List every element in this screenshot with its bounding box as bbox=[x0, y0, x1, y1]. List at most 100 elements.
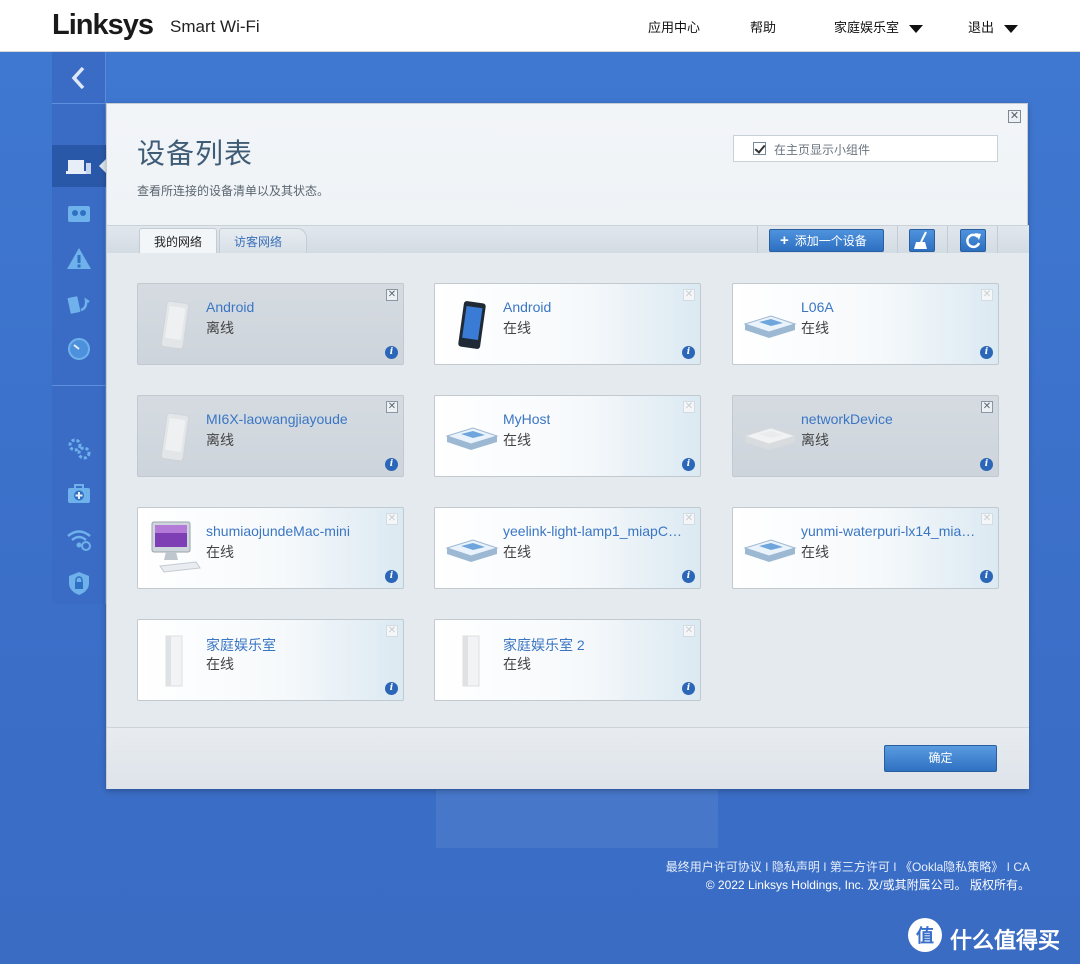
tab-my-network[interactable]: 我的网络 bbox=[139, 228, 218, 254]
speed-icon[interactable] bbox=[66, 336, 92, 362]
device-name[interactable]: yunmi-waterpuri-lx14_mia… bbox=[801, 523, 975, 539]
ok-button[interactable]: 确定 bbox=[884, 745, 997, 772]
tab-guest-network[interactable]: 访客网络 bbox=[219, 228, 308, 254]
device-name[interactable]: 家庭娱乐室 2 bbox=[503, 635, 585, 655]
device-status: 在线 bbox=[801, 320, 829, 336]
info-icon[interactable]: i bbox=[682, 570, 695, 583]
info-icon[interactable]: i bbox=[385, 458, 398, 471]
parental-icon[interactable] bbox=[66, 200, 92, 226]
device-status: 在线 bbox=[503, 656, 531, 672]
checkbox-checked-icon[interactable] bbox=[753, 142, 766, 155]
device-status: 离线 bbox=[801, 432, 829, 448]
footer-link-eula[interactable]: 最终用户许可协议 bbox=[666, 860, 762, 874]
device-name[interactable]: Android bbox=[206, 299, 254, 315]
remove-device-icon: ✕ bbox=[683, 513, 695, 525]
info-icon[interactable]: i bbox=[682, 458, 695, 471]
device-name[interactable]: L06A bbox=[801, 299, 834, 315]
info-icon[interactable]: i bbox=[980, 570, 993, 583]
device-name[interactable]: shumiaojundeMac-mini bbox=[206, 523, 350, 539]
footer-separator: I bbox=[765, 860, 769, 874]
media-icon[interactable] bbox=[66, 292, 92, 318]
settings-icon[interactable] bbox=[66, 436, 92, 462]
chevron-down-icon bbox=[1004, 24, 1019, 33]
show-widget-checkbox[interactable]: 在主页显示小组件 bbox=[733, 135, 998, 162]
info-icon[interactable]: i bbox=[385, 682, 398, 695]
broom-icon bbox=[914, 231, 927, 249]
device-status: 在线 bbox=[206, 544, 234, 560]
device-card[interactable]: 家庭娱乐室 在线 ✕ i bbox=[137, 619, 404, 701]
footer-link-third-party[interactable]: 第三方许可 bbox=[830, 860, 890, 874]
watermark: 值 什么值得买 bbox=[908, 916, 1068, 956]
device-card[interactable]: MyHost 在线 ✕ i bbox=[434, 395, 701, 477]
nav-router-menu[interactable]: 家庭娱乐室 bbox=[834, 17, 924, 36]
wifi-settings-icon[interactable] bbox=[66, 526, 92, 552]
copyright: © 2022 Linksys Holdings, Inc. 及/或其附属公司。 … bbox=[705, 878, 1030, 892]
remove-device-icon[interactable]: ✕ bbox=[386, 289, 398, 301]
device-list-dialog: ✕ 设备列表 查看所连接的设备清单以及其状态。 在主页显示小组件 访客网络 我的… bbox=[106, 103, 1029, 789]
footer-link-ookla[interactable]: 《Ookla隐私策略》 bbox=[900, 860, 1003, 874]
device-card[interactable]: L06A 在线 ✕ i bbox=[732, 283, 999, 365]
toolbar-divider bbox=[757, 226, 758, 254]
add-device-button[interactable]: + 添加一个设备 bbox=[769, 229, 884, 252]
device-card[interactable]: networkDevice 离线 ✕ i bbox=[732, 395, 999, 477]
device-card[interactable]: shumiaojundeMac-mini 在线 ✕ i bbox=[137, 507, 404, 589]
nav-logout-menu[interactable]: 退出 bbox=[968, 17, 1019, 36]
node-device-icon bbox=[146, 630, 202, 692]
diagnostics-icon[interactable] bbox=[66, 481, 92, 507]
refresh-icon bbox=[966, 233, 981, 249]
clean-button[interactable] bbox=[909, 229, 935, 252]
back-arrow-icon[interactable] bbox=[66, 60, 92, 96]
remove-device-icon: ✕ bbox=[683, 625, 695, 637]
chevron-down-icon bbox=[909, 24, 924, 33]
remove-device-icon[interactable]: ✕ bbox=[386, 401, 398, 413]
top-bar: Linksys Smart Wi-Fi 应用中心 帮助 家庭娱乐室 退出 bbox=[0, 0, 1080, 52]
sidebar-divider bbox=[52, 103, 106, 104]
info-icon[interactable]: i bbox=[385, 346, 398, 359]
devices-icon[interactable] bbox=[66, 154, 92, 180]
alert-icon[interactable] bbox=[66, 246, 92, 272]
footer-link-ca[interactable]: CA bbox=[1013, 860, 1030, 874]
show-widget-label: 在主页显示小组件 bbox=[774, 143, 871, 157]
footer-link-privacy[interactable]: 隐私声明 bbox=[772, 860, 820, 874]
remove-device-icon: ✕ bbox=[386, 513, 398, 525]
nav-app-center[interactable]: 应用中心 bbox=[648, 17, 700, 36]
device-status: 在线 bbox=[801, 544, 829, 560]
device-card[interactable]: MI6X-laowangjiayoude 离线 ✕ i bbox=[137, 395, 404, 477]
device-grid: Android 离线 ✕ i Android 在线 ✕ i L06A 在线 ✕ i MI6X-laowa… bbox=[107, 253, 1029, 727]
info-icon[interactable]: i bbox=[980, 458, 993, 471]
device-status: 离线 bbox=[206, 432, 234, 448]
device-status: 在线 bbox=[206, 656, 234, 672]
device-card[interactable]: yeelink-light-lamp1_miapC… 在线 ✕ i bbox=[434, 507, 701, 589]
watermark-text: 什么值得买 bbox=[950, 928, 1061, 953]
info-icon[interactable]: i bbox=[385, 570, 398, 583]
device-card[interactable]: Android 离线 ✕ i bbox=[137, 283, 404, 365]
device-name[interactable]: yeelink-light-lamp1_miapC… bbox=[503, 523, 682, 539]
add-device-label: 添加一个设备 bbox=[794, 234, 867, 248]
footer-links: 最终用户许可协议 I 隐私声明 I 第三方许可 I 《Ookla隐私策略》 I … bbox=[666, 858, 1030, 875]
device-name[interactable]: 家庭娱乐室 bbox=[206, 635, 276, 655]
info-icon[interactable]: i bbox=[682, 346, 695, 359]
device-status: 在线 bbox=[503, 432, 531, 448]
box-device-icon bbox=[443, 518, 499, 580]
remove-device-icon: ✕ bbox=[981, 513, 993, 525]
device-card[interactable]: 家庭娱乐室 2 在线 ✕ i bbox=[434, 619, 701, 701]
device-name[interactable]: MyHost bbox=[503, 411, 550, 427]
linksys-logo[interactable]: Linksys bbox=[52, 9, 154, 42]
info-icon[interactable]: i bbox=[682, 682, 695, 695]
device-name[interactable]: MI6X-laowangjiayoude bbox=[206, 411, 348, 427]
security-icon[interactable] bbox=[66, 570, 92, 596]
remove-device-icon[interactable]: ✕ bbox=[981, 401, 993, 413]
box-device-icon bbox=[741, 406, 797, 468]
device-card[interactable]: yunmi-waterpuri-lx14_mia… 在线 ✕ i bbox=[732, 507, 999, 589]
router-name-label: 家庭娱乐室 bbox=[834, 20, 900, 35]
device-name[interactable]: Android bbox=[503, 299, 551, 315]
refresh-button[interactable] bbox=[960, 229, 986, 252]
sidebar-divider bbox=[52, 385, 106, 386]
nav-help[interactable]: 帮助 bbox=[750, 17, 776, 36]
device-name[interactable]: networkDevice bbox=[801, 411, 893, 427]
logout-label: 退出 bbox=[968, 20, 995, 35]
info-icon[interactable]: i bbox=[980, 346, 993, 359]
device-card[interactable]: Android 在线 ✕ i bbox=[434, 283, 701, 365]
close-icon[interactable]: ✕ bbox=[1008, 110, 1021, 123]
phone-device-icon bbox=[146, 294, 202, 356]
